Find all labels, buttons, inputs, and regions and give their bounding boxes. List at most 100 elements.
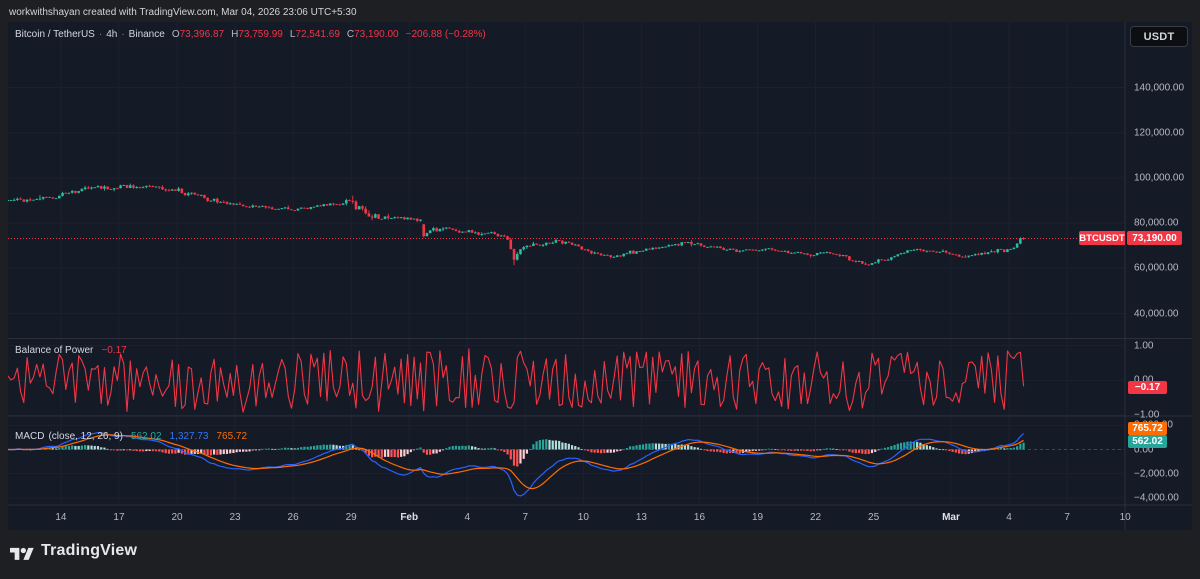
macd-hist-bar — [87, 445, 90, 450]
macd-hist-bar — [529, 448, 532, 450]
macd-hist-bar — [319, 445, 322, 450]
macd-hist-bar — [699, 448, 703, 450]
macd-hist-bar — [119, 449, 122, 451]
chart-area[interactable]: Bitcoin / TetherUS · 4h · Binance O73,39… — [8, 22, 1192, 530]
macd-hist-bar — [96, 446, 100, 450]
candle-body — [177, 188, 180, 191]
macd-hist-bar — [512, 449, 516, 466]
candle-body — [593, 252, 596, 254]
time-axis-label: Mar — [942, 512, 960, 523]
candle-body — [586, 249, 590, 251]
macd-hist-bar — [251, 449, 254, 451]
candle-body — [232, 203, 235, 205]
bop-title[interactable]: Balance of Power — [15, 345, 93, 356]
candle-body — [428, 230, 432, 234]
candle-body — [851, 260, 854, 262]
macd-hist-bar — [403, 449, 406, 457]
candle-body — [928, 250, 932, 252]
candle-body — [74, 190, 77, 193]
candle-body — [438, 228, 442, 232]
candle-body — [419, 219, 422, 221]
tradingview-logo-text[interactable]: TradingView — [41, 542, 137, 560]
time-axis-label: 17 — [113, 512, 125, 523]
candle-body — [445, 227, 448, 229]
candle-body — [896, 254, 900, 257]
macd-hist-bar — [416, 448, 419, 450]
candle-body — [712, 246, 716, 248]
candle-body — [773, 249, 777, 251]
macd-hist-bar — [941, 449, 945, 451]
candle-body — [574, 244, 577, 246]
candle-body — [809, 254, 813, 256]
candle-body — [77, 191, 80, 193]
bop-value-badge: −0.17 — [1128, 381, 1167, 394]
candle-body — [719, 246, 722, 249]
macd-hist-bar — [899, 442, 903, 450]
bop-legend[interactable]: Balance of Power −0.17 — [15, 345, 127, 356]
macd-hist-bar — [487, 448, 490, 450]
macd-hist-bar — [819, 449, 822, 451]
macd-hist-bar — [658, 443, 661, 450]
candle-body — [970, 255, 974, 257]
candle-body — [167, 190, 171, 192]
candle-body — [641, 250, 645, 252]
candle-body — [515, 254, 519, 260]
macd-hist-bar — [138, 449, 142, 452]
symbol-legend[interactable]: Bitcoin / TetherUS · 4h · Binance O73,39… — [15, 29, 486, 40]
candle-body — [844, 255, 848, 257]
candle-body — [761, 249, 764, 251]
exchange-label[interactable]: Binance — [129, 29, 165, 40]
candle-body — [767, 248, 771, 250]
candle-body — [615, 255, 619, 257]
macd-hist-bar — [783, 449, 787, 451]
currency-toggle-button[interactable]: USDT — [1130, 26, 1188, 47]
symbol-name[interactable]: Bitcoin / TetherUS — [15, 29, 95, 40]
macd-legend[interactable]: MACD (close, 12, 26, 9) 562.02 1,327.73 … — [15, 431, 247, 442]
candle-body — [354, 201, 358, 210]
candle-body — [944, 250, 948, 253]
macd-title[interactable]: MACD — [15, 431, 44, 442]
candle-body — [212, 198, 216, 201]
tradingview-logo-icon[interactable] — [10, 545, 34, 564]
candle-body — [644, 248, 648, 251]
chart-canvas[interactable] — [8, 22, 1192, 530]
candle-body — [403, 217, 406, 220]
candle-body — [390, 218, 393, 219]
candle-body — [748, 249, 751, 251]
macd-hist-bar — [609, 449, 612, 453]
candle-body — [235, 203, 238, 205]
candle-body — [386, 216, 390, 219]
candle-body — [519, 249, 522, 255]
macd-hist-bar — [690, 446, 693, 450]
macd-hist-bar — [1006, 448, 1009, 450]
macd-hist-bar — [54, 448, 58, 450]
macd-hist-bar — [1016, 446, 1019, 450]
candle-body — [819, 252, 822, 254]
candle-body — [848, 256, 851, 261]
macd-hist-bar — [770, 448, 774, 450]
macd-hist-bar — [161, 449, 164, 453]
candle-body — [38, 198, 42, 200]
macd-hist-bar — [209, 449, 212, 456]
candle-body — [873, 262, 877, 264]
candle-body — [58, 195, 61, 199]
candle-body — [448, 227, 451, 229]
candle-body — [496, 234, 500, 237]
candle-body — [870, 263, 874, 265]
macd-hist-bar — [71, 445, 74, 450]
candle-body — [109, 189, 113, 190]
candle-body — [316, 205, 319, 207]
candle-body — [477, 232, 480, 235]
macd-hist-bar — [84, 445, 87, 450]
candle-body — [303, 207, 306, 209]
interval-label[interactable]: 4h — [106, 29, 117, 40]
macd-hist-bar — [142, 449, 145, 452]
macd-hist-bar — [496, 449, 499, 451]
macd-hist-bar — [516, 449, 519, 467]
macd-hist-bar — [322, 444, 325, 450]
macd-hist-bar — [864, 449, 867, 455]
macd-hist-bar — [503, 449, 506, 453]
candle-body — [396, 217, 400, 219]
candle-body — [106, 186, 109, 190]
macd-hist-bar — [654, 443, 658, 450]
